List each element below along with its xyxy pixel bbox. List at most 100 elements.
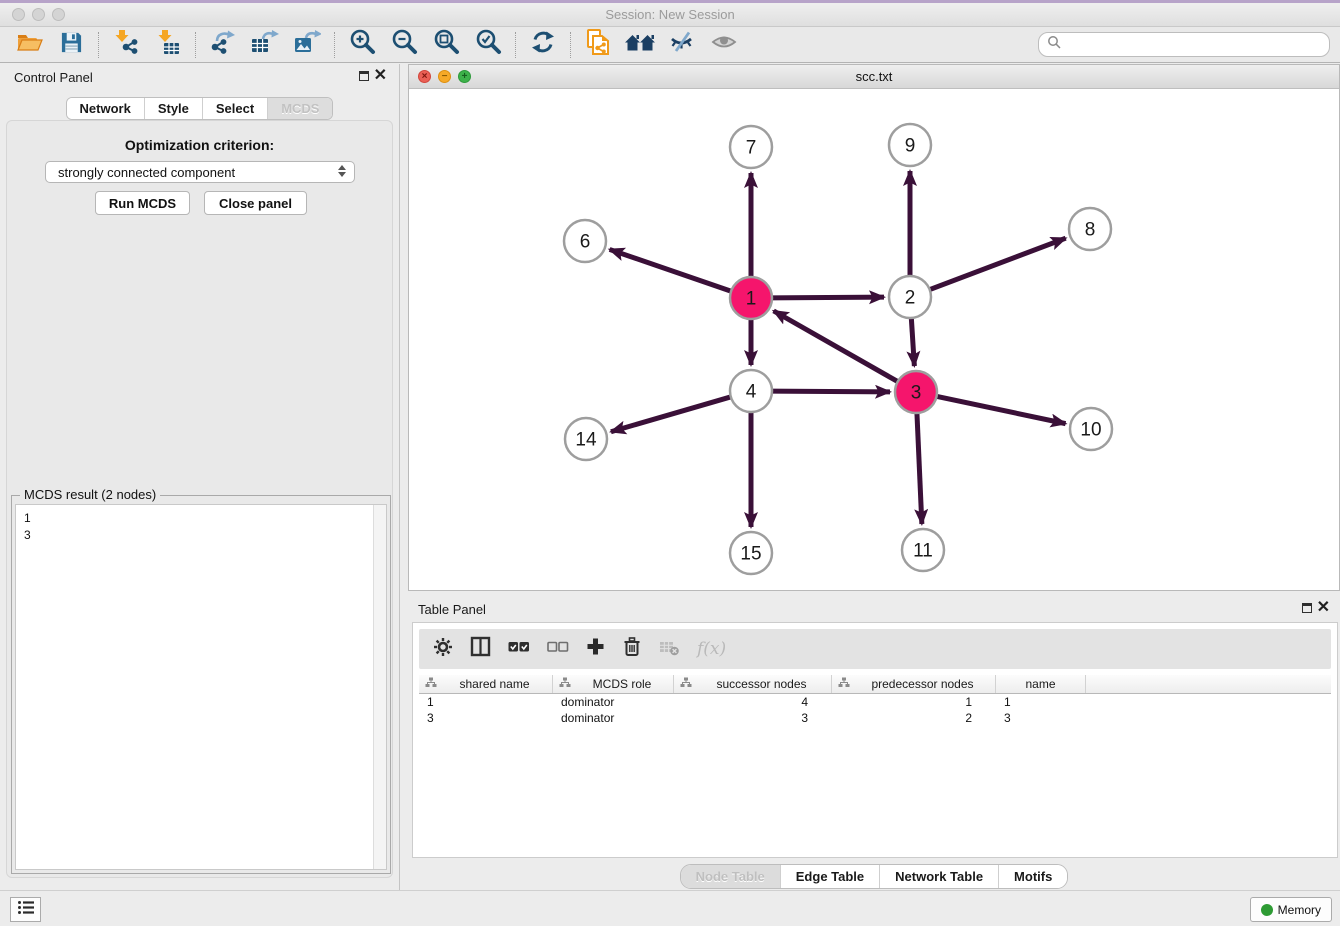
- column-header-predecessor-nodes[interactable]: predecessor nodes: [832, 675, 996, 693]
- control-tab-select[interactable]: Select: [202, 98, 267, 119]
- export-table-button[interactable]: [244, 29, 286, 61]
- table-tab-motifs[interactable]: Motifs: [998, 865, 1067, 888]
- column-header-name[interactable]: name: [996, 675, 1086, 693]
- zoom-fit-button[interactable]: [425, 29, 467, 61]
- table-row[interactable]: 1dominator411: [419, 694, 1331, 710]
- table-tab-edge-table[interactable]: Edge Table: [780, 865, 879, 888]
- copy-network-document-icon: [585, 28, 611, 61]
- mcds-result-box: MCDS result (2 nodes) 13: [11, 495, 391, 874]
- select-all-button[interactable]: [508, 639, 530, 659]
- zoom-in-button[interactable]: [341, 29, 383, 61]
- task-history-button[interactable]: [10, 897, 41, 922]
- status-bar: Memory: [0, 890, 1340, 926]
- table-cell: 1: [996, 694, 1086, 710]
- table-tab-network-table[interactable]: Network Table: [879, 865, 998, 888]
- graph-edge-1-2[interactable]: [770, 297, 884, 298]
- table-panel: Table Panel ✕: [408, 596, 1340, 890]
- optimization-criterion-label: Optimization criterion:: [7, 137, 392, 153]
- export-image-icon: [293, 29, 321, 60]
- open-session-button[interactable]: [8, 29, 50, 61]
- close-panel-button[interactable]: Close panel: [204, 191, 307, 215]
- export-image-button[interactable]: [286, 29, 328, 61]
- table-row[interactable]: 3dominator323: [419, 710, 1331, 726]
- svg-text:7: 7: [746, 138, 757, 159]
- graph-node-15[interactable]: 15: [730, 532, 772, 574]
- search-field[interactable]: [1038, 32, 1330, 57]
- column-header-MCDS-role[interactable]: MCDS role: [553, 675, 674, 693]
- graph-node-6[interactable]: 6: [564, 220, 606, 262]
- graph-edge-2-8[interactable]: [928, 238, 1066, 290]
- show-graphics-details-button[interactable]: [703, 29, 745, 61]
- close-panel-icon[interactable]: ✕: [374, 66, 387, 86]
- hide-graphics-details-button[interactable]: [661, 29, 703, 61]
- svg-text:2: 2: [905, 288, 916, 309]
- deselect-all-button[interactable]: [547, 639, 569, 659]
- graph-node-7[interactable]: 7: [730, 126, 772, 168]
- copy-view-button[interactable]: [577, 29, 619, 61]
- column-header-successor-nodes[interactable]: successor nodes: [674, 675, 832, 693]
- graph-node-4[interactable]: 4: [730, 370, 772, 412]
- delete-table-button[interactable]: [659, 638, 680, 661]
- column-header-label: predecessor nodes: [850, 677, 995, 691]
- refresh-button[interactable]: [522, 29, 564, 61]
- table-cell: 3: [674, 710, 832, 726]
- graph-node-8[interactable]: 8: [1069, 208, 1111, 250]
- mcds-result-list[interactable]: 13: [15, 504, 387, 870]
- criterion-dropdown[interactable]: strongly connected component: [45, 161, 355, 183]
- graph-node-11[interactable]: 11: [902, 529, 944, 571]
- svg-text:8: 8: [1085, 220, 1096, 241]
- import-table-button[interactable]: [147, 29, 189, 61]
- graph-edge-4-14[interactable]: [611, 396, 733, 431]
- graph-node-14[interactable]: 14: [565, 418, 607, 460]
- houses-icon: [624, 31, 656, 58]
- toolbar-separator: [98, 32, 99, 58]
- apply-function-button[interactable]: f(x): [697, 639, 726, 659]
- home-button[interactable]: [619, 29, 661, 61]
- memory-button[interactable]: Memory: [1250, 897, 1332, 922]
- export-network-button[interactable]: [202, 29, 244, 61]
- network-window-titlebar: × − + scc.txt: [409, 65, 1339, 89]
- search-icon: [1047, 35, 1062, 55]
- column-header-shared-name[interactable]: shared name: [419, 675, 553, 693]
- show-columns-button[interactable]: [470, 636, 491, 662]
- network-canvas[interactable]: 1 2 3 4 6 7 8 9 10 11 14 15: [409, 89, 1339, 590]
- import-network-button[interactable]: [105, 29, 147, 61]
- control-tab-style[interactable]: Style: [144, 98, 202, 119]
- add-column-button[interactable]: [586, 637, 605, 661]
- graph-edge-1-6[interactable]: [610, 249, 733, 291]
- save-session-button[interactable]: [50, 29, 92, 61]
- graph-edge-3-1[interactable]: [774, 311, 900, 383]
- graph-edge-2-3[interactable]: [911, 316, 914, 366]
- close-table-panel-icon[interactable]: ✕: [1317, 598, 1330, 618]
- table-tab-node-table[interactable]: Node Table: [681, 865, 780, 888]
- memory-status-icon: [1261, 904, 1273, 916]
- svg-text:11: 11: [913, 541, 933, 562]
- table-settings-button[interactable]: [433, 637, 453, 662]
- result-scrollbar[interactable]: [373, 505, 386, 869]
- delete-column-button[interactable]: [622, 636, 642, 662]
- graph-node-2[interactable]: 2: [889, 276, 931, 318]
- graph-node-10[interactable]: 10: [1070, 408, 1112, 450]
- graph-edge-4-3[interactable]: [770, 391, 890, 392]
- float-panel-icon[interactable]: [359, 71, 369, 81]
- svg-text:1: 1: [746, 289, 757, 310]
- graph-node-9[interactable]: 9: [889, 124, 931, 166]
- run-mcds-button[interactable]: Run MCDS: [95, 191, 190, 215]
- control-tab-network[interactable]: Network: [67, 98, 144, 119]
- float-table-panel-icon[interactable]: [1302, 603, 1312, 613]
- network-graph[interactable]: 1 2 3 4 6 7 8 9 10 11 14 15: [409, 89, 1339, 590]
- graph-edge-3-11[interactable]: [917, 411, 922, 524]
- graph-node-1[interactable]: 1: [730, 277, 772, 319]
- criterion-dropdown-value: strongly connected component: [58, 165, 235, 180]
- toolbar-separator: [570, 32, 571, 58]
- graph-edge-3-10[interactable]: [935, 396, 1066, 424]
- table-header-row: shared name MCDS rolesuccessor nodes prede…: [419, 675, 1331, 694]
- column-header-label: MCDS role: [571, 677, 673, 691]
- zoom-out-button[interactable]: [383, 29, 425, 61]
- open-folder-icon: [16, 30, 43, 59]
- control-tab-mcds[interactable]: MCDS: [267, 98, 332, 119]
- graph-node-3[interactable]: 3: [895, 371, 937, 413]
- mcds-result-item: 1: [24, 510, 378, 527]
- zoom-selected-button[interactable]: [467, 29, 509, 61]
- columns-icon: [470, 636, 491, 662]
